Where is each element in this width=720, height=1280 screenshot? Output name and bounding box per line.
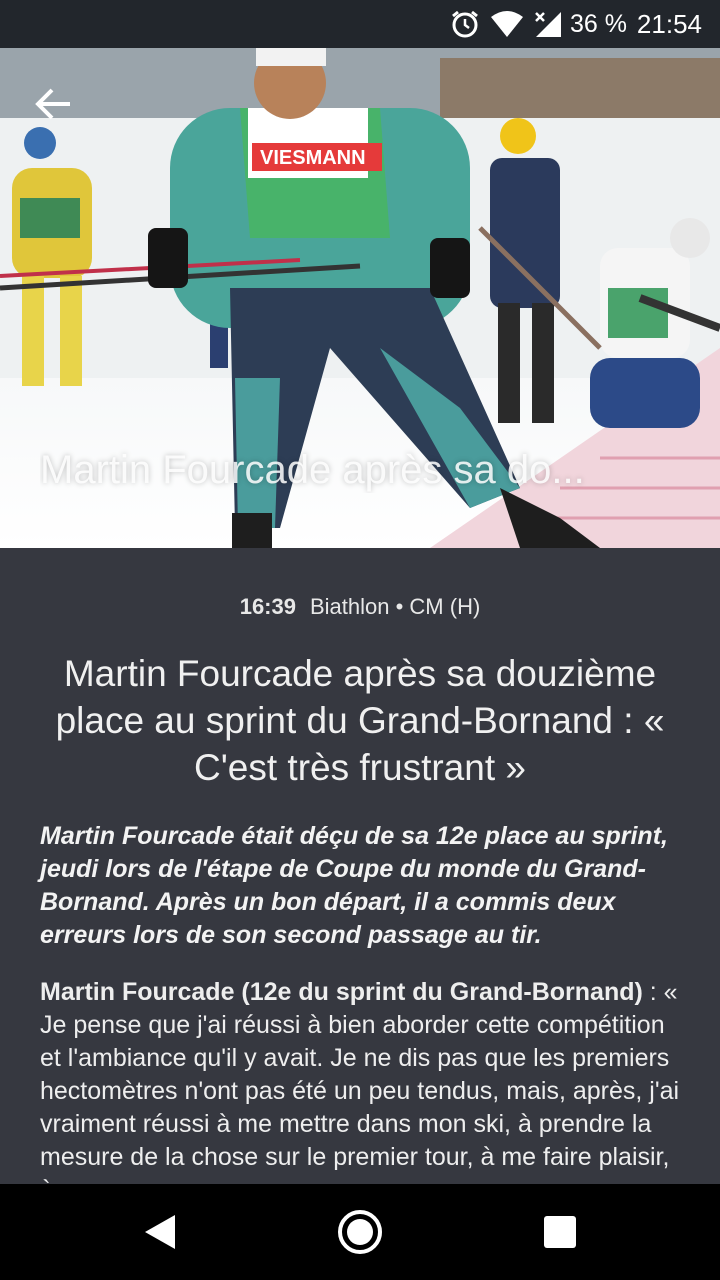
status-bar: 36 % 21:54 xyxy=(0,0,720,48)
navigation-bar xyxy=(0,1184,720,1280)
article-meta: 16:39 Biathlon • CM (H) xyxy=(0,594,720,620)
back-arrow-icon[interactable] xyxy=(30,84,80,124)
signal-icon xyxy=(534,10,562,38)
recents-nav-icon[interactable] xyxy=(535,1207,585,1257)
battery-level: 36 % xyxy=(569,9,627,38)
hero-overlay-title: Martin Fourcade après sa do... xyxy=(40,448,585,492)
article-content: 16:39 Biathlon • CM (H) Martin Fourcade a… xyxy=(0,548,720,1184)
article-lead: Martin Fourcade était déçu de sa 12e pla… xyxy=(40,822,668,949)
home-nav-icon[interactable] xyxy=(335,1207,385,1257)
svg-text:VIESMANN: VIESMANN xyxy=(260,147,366,169)
back-nav-icon[interactable] xyxy=(135,1207,185,1257)
article-category: Biathlon • CM (H) xyxy=(309,594,481,619)
article-time: 16:39 xyxy=(239,594,296,619)
article-body: Martin Fourcade (12e du sprint du Grand-… xyxy=(40,976,680,1184)
alarm-icon xyxy=(450,9,480,39)
body-text: : « Je pense que j'ai réussi à bien abor… xyxy=(40,978,680,1184)
wifi-icon xyxy=(490,10,524,38)
article-hero-image: VIESMANN Martin Fourcade après sa do... xyxy=(0,48,720,548)
body-speaker: Martin Fourcade (12e du sprint du Grand-… xyxy=(40,978,643,1006)
clock: 21:54 xyxy=(636,8,702,39)
article-headline: Martin Fourcade après sa douzième place … xyxy=(55,653,665,788)
